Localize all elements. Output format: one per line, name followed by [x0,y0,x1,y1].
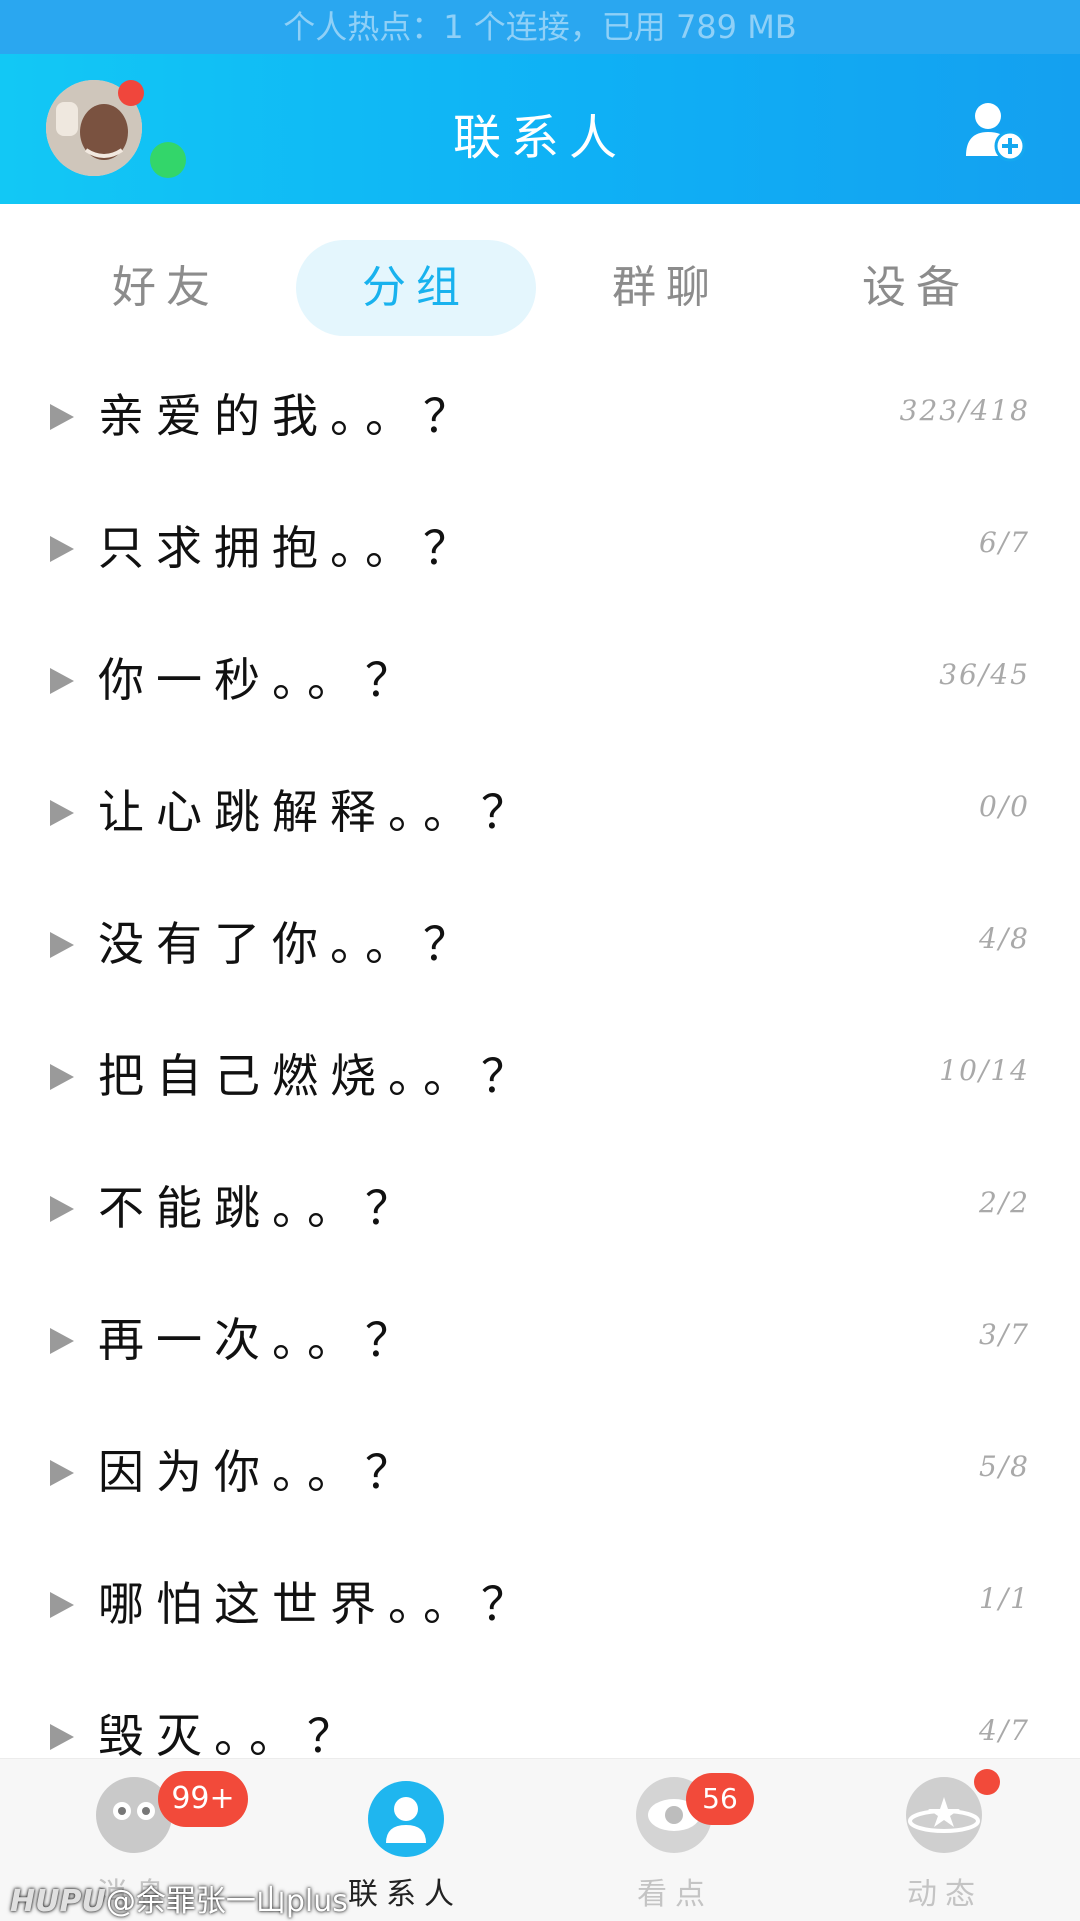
group-count: 2/2 [978,1186,1030,1219]
tab-friends[interactable]: 好友 [46,240,286,336]
group-row[interactable]: 让心跳解释。。？ 0/0 [0,746,1080,878]
group-row[interactable]: 再一次。。？ 3/7 [0,1274,1080,1406]
group-name: 再一次。。？ [98,1313,423,1367]
expand-arrow-icon [50,404,74,430]
group-name: 因为你。。？ [98,1445,423,1499]
tab-devices[interactable]: 设备 [796,240,1036,336]
watermark: HUPU@余罪张一山plus [10,1876,348,1920]
expand-arrow-icon [50,1460,74,1486]
expand-arrow-icon [50,1328,74,1354]
group-name: 把自己燃烧。。？ [98,1049,539,1103]
watermark-brand: HUPU [10,1884,106,1919]
expand-arrow-icon [50,800,74,826]
tab-group-chats[interactable]: 群聊 [546,240,786,336]
group-row[interactable]: 因为你。。？ 5/8 [0,1406,1080,1538]
planet-star-icon [906,1777,982,1853]
expand-arrow-icon [50,1592,74,1618]
group-count: 10/14 [939,1054,1030,1087]
expand-arrow-icon [50,1724,74,1750]
nav-label: 看点 [637,1877,713,1912]
group-count: 4/8 [978,922,1030,955]
group-count: 4/7 [978,1714,1030,1747]
group-row[interactable]: 没有了你。。？ 4/8 [0,878,1080,1010]
group-name: 让心跳解释。。？ [98,785,539,839]
group-count: 323/418 [899,394,1030,427]
expand-arrow-icon [50,1064,74,1090]
status-bar: 个人热点：1 个连接，已用 789 MB [0,0,1080,54]
group-count: 36/45 [939,658,1030,691]
group-name: 没有了你。。？ [98,917,481,971]
group-name: 亲爱的我。。？ [98,389,481,443]
status-text: 个人热点：1 个连接，已用 789 MB [283,8,797,46]
group-count: 1/1 [978,1582,1030,1615]
contact-tabs: 好友 分组 群聊 设备 [0,240,1080,336]
group-row[interactable]: 不能跳。。？ 2/2 [0,1142,1080,1274]
group-count: 0/0 [978,790,1030,823]
group-row[interactable]: 把自己燃烧。。？ 10/14 [0,1010,1080,1142]
app-header: 联系人 [0,54,1080,204]
person-icon [368,1781,444,1857]
expand-arrow-icon [50,536,74,562]
add-contact-icon[interactable] [962,100,1026,164]
watermark-text: @余罪张一山plus [105,1884,348,1919]
group-row[interactable]: 只求拥抱。。？ 6/7 [0,482,1080,614]
watch-badge: 56 [686,1773,754,1825]
tab-groups[interactable]: 分组 [296,240,536,336]
nav-label: 动态 [907,1877,983,1912]
group-row[interactable]: 亲爱的我。。？ 323/418 [0,350,1080,482]
group-name: 不能跳。。？ [98,1181,423,1235]
group-count: 3/7 [978,1318,1030,1351]
expand-arrow-icon [50,1196,74,1222]
group-count: 5/8 [978,1450,1030,1483]
messages-badge: 99+ [158,1771,248,1827]
group-name: 哪怕这世界。。？ [98,1577,539,1631]
expand-arrow-icon [50,668,74,694]
group-name: 你一秒。。？ [98,653,423,707]
group-name: 只求拥抱。。？ [98,521,481,575]
nav-watch[interactable]: 56 看点 [540,1759,810,1921]
group-row[interactable]: 哪怕这世界。。？ 1/1 [0,1538,1080,1670]
nav-feed[interactable]: 动态 [810,1759,1080,1921]
expand-arrow-icon [50,932,74,958]
feed-notification-dot [974,1769,1000,1795]
group-count: 6/7 [978,526,1030,559]
group-row[interactable]: 你一秒。。？ 36/45 [0,614,1080,746]
group-name: 毁灭。。？ [98,1709,365,1763]
page-title: 联系人 [452,110,627,166]
